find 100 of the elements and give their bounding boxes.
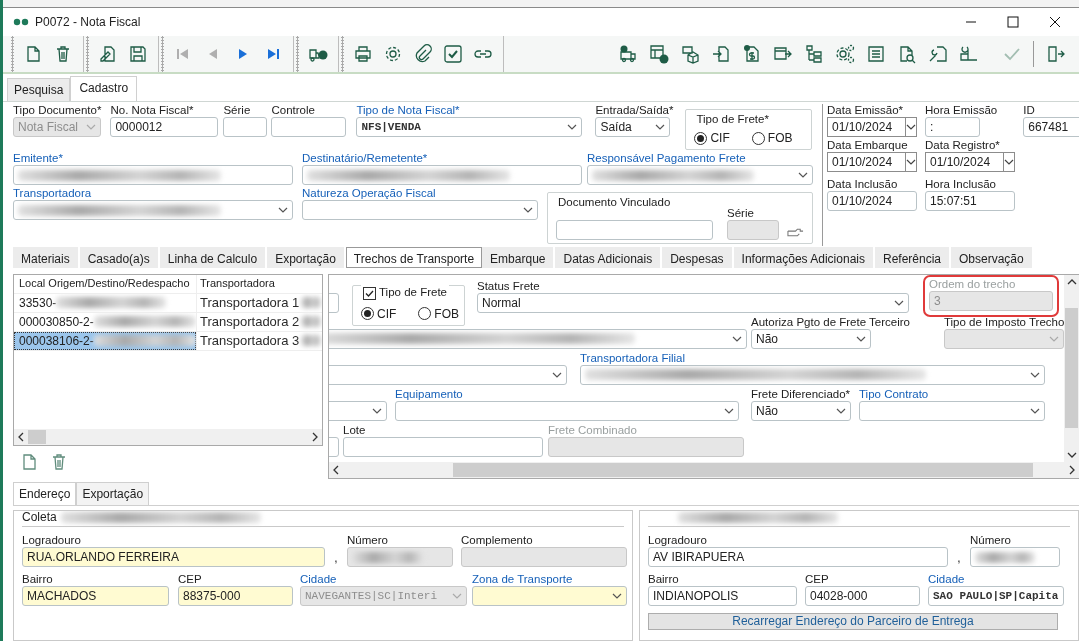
printer-icon[interactable] — [353, 44, 373, 64]
checklist-icon[interactable] — [866, 44, 886, 64]
dropdown-field[interactable]: NFS|VENDA — [356, 117, 583, 137]
text-field[interactable]: SAO PAULO|SP|Capita — [928, 586, 1064, 606]
text-field[interactable] — [13, 165, 293, 186]
text-field[interactable] — [271, 117, 347, 137]
document-arrow-icon[interactable] — [711, 44, 731, 64]
tab[interactable]: Exportação — [267, 246, 346, 268]
dropdown-field[interactable] — [395, 400, 739, 421]
tab[interactable]: Datas Adicionais — [555, 246, 663, 268]
table-cell[interactable]: 33530- — [14, 293, 196, 312]
dropdown-field[interactable] — [580, 364, 1045, 385]
tab[interactable]: Despesas — [662, 246, 734, 268]
chevron-down-icon[interactable] — [655, 124, 666, 130]
tab[interactable]: Embarque — [482, 246, 556, 268]
chevron-down-icon[interactable] — [732, 335, 742, 342]
chevron-down-icon[interactable] — [856, 335, 866, 342]
text-field[interactable] — [302, 165, 582, 186]
table-cell[interactable]: 000030850-2- — [14, 312, 196, 331]
dropdown-field[interactable] — [329, 364, 567, 385]
dropdown-field[interactable] — [13, 200, 293, 221]
close-icon[interactable] — [1049, 16, 1061, 28]
text-field[interactable]: 01/10/2024 — [827, 191, 917, 211]
chevron-down-icon[interactable] — [612, 593, 622, 599]
chevron-down-icon[interactable] — [906, 159, 916, 165]
dropdown-field[interactable]: Não — [751, 328, 871, 349]
scrollbar-thumb[interactable] — [28, 429, 46, 444]
text-field[interactable]: 15:07:51 — [925, 191, 1015, 211]
text-field[interactable]: INDIANOPOLIS — [648, 586, 797, 606]
text-field[interactable]: 88375-000 — [178, 586, 293, 606]
dropdown-field[interactable]: Normal — [477, 292, 909, 313]
document-dollar-icon[interactable] — [742, 44, 762, 64]
dropdown-field[interactable] — [859, 400, 1045, 421]
scroll-down-icon[interactable] — [1066, 451, 1077, 459]
truck-dollar-icon[interactable] — [618, 44, 638, 64]
tab[interactable]: Trechos de Transporte — [345, 246, 483, 268]
date-field[interactable]: 01/10/2024 — [827, 117, 906, 137]
text-field[interactable]: RUA.ORLANDO FERREIRA — [22, 547, 325, 567]
pointing-hand-icon[interactable] — [787, 226, 804, 239]
chevron-down-icon[interactable] — [552, 371, 562, 378]
chevron-down-icon[interactable] — [724, 407, 734, 414]
tab[interactable]: Endereço — [13, 482, 77, 505]
chevron-down-icon[interactable] — [1004, 159, 1014, 165]
date-field[interactable]: 01/10/2024 — [827, 152, 906, 172]
exit-icon[interactable] — [1045, 44, 1065, 64]
edit-document-icon[interactable] — [98, 44, 118, 64]
radio-button[interactable] — [418, 307, 432, 320]
chevron-down-icon[interactable] — [798, 172, 808, 179]
tab[interactable]: Casado(a)s — [79, 246, 160, 268]
chevron-down-icon[interactable] — [894, 299, 904, 306]
chevron-down-icon[interactable] — [1030, 407, 1040, 414]
gear-icon[interactable] — [383, 44, 403, 64]
paperclip-icon[interactable] — [413, 44, 433, 64]
dropdown-field[interactable] — [329, 400, 387, 421]
wrench-document-icon[interactable] — [928, 44, 948, 64]
chevron-down-icon[interactable] — [567, 124, 578, 130]
dropdown-field[interactable] — [329, 328, 747, 349]
tab[interactable]: Materiais — [13, 246, 80, 268]
scroll-up-icon[interactable] — [1066, 277, 1077, 286]
radio-button[interactable] — [361, 307, 374, 320]
text-field[interactable]: : — [925, 117, 980, 137]
text-field[interactable] — [970, 547, 1060, 567]
tab[interactable]: Exportação — [76, 482, 150, 505]
tab[interactable]: Informações Adicionais — [733, 246, 875, 268]
dropdown-field[interactable]: Não — [751, 400, 851, 421]
text-field[interactable]: 04028-000 — [805, 586, 920, 606]
gears-icon[interactable] — [835, 44, 855, 64]
date-picker-button[interactable] — [906, 117, 917, 137]
date-picker-button[interactable] — [1004, 152, 1015, 172]
chevron-down-icon[interactable] — [523, 207, 533, 214]
save-icon[interactable] — [128, 44, 148, 64]
text-field[interactable] — [223, 117, 268, 137]
reload-address-button[interactable]: Recarregar Endereço do Parceiro de Entrega — [648, 613, 1058, 630]
radio-button[interactable] — [694, 131, 708, 145]
tab[interactable]: Observação — [951, 246, 1034, 268]
text-field[interactable]: 667481 — [1023, 117, 1079, 137]
forklift-icon[interactable] — [959, 44, 979, 64]
dropdown-field[interactable] — [302, 200, 538, 221]
date-picker-button[interactable] — [906, 152, 917, 172]
tab[interactable]: Linha de Calculo — [159, 246, 268, 268]
tree-icon[interactable] — [804, 44, 824, 64]
text-field[interactable] — [556, 219, 713, 240]
chevron-down-icon[interactable] — [836, 407, 846, 414]
maximize-icon[interactable] — [1007, 16, 1019, 28]
text-field[interactable]: 0000012 — [110, 117, 219, 137]
document-search-icon[interactable] — [897, 44, 917, 64]
tab[interactable]: Cadastro — [70, 76, 138, 101]
chevron-down-icon[interactable] — [278, 207, 288, 214]
chevron-down-icon[interactable] — [372, 407, 382, 414]
scrollbar-thumb[interactable] — [453, 463, 1033, 477]
checkbox[interactable] — [363, 286, 376, 300]
tab[interactable]: Referência — [875, 246, 951, 268]
table-percent-icon[interactable] — [649, 44, 669, 64]
checkbox-icon[interactable] — [443, 44, 463, 64]
text-field[interactable] — [343, 436, 543, 457]
chevron-down-icon[interactable] — [906, 124, 916, 130]
text-field[interactable]: AV IBIRAPUERA — [648, 547, 948, 567]
dropdown-field[interactable]: Saída — [595, 117, 671, 137]
chevron-down-icon[interactable] — [1030, 371, 1040, 378]
date-field[interactable]: 01/10/2024 — [925, 152, 1004, 172]
